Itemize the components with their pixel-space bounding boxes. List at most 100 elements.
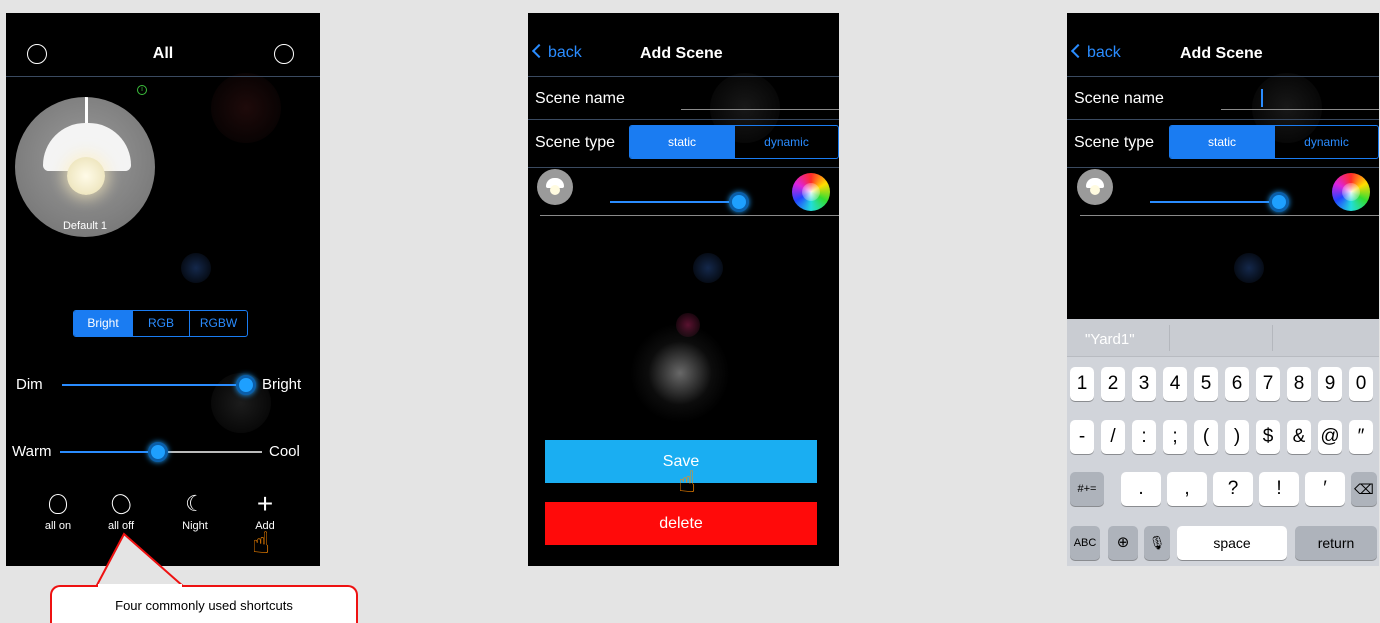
- color-wheel-icon[interactable]: [792, 173, 830, 211]
- key-5[interactable]: 5: [1194, 367, 1218, 401]
- globe-icon[interactable]: ⊕: [1108, 526, 1138, 560]
- back-label: back: [548, 44, 582, 61]
- microphone-icon[interactable]: 🎙: [1144, 526, 1170, 560]
- lamp-thumbnail-icon[interactable]: [537, 169, 573, 205]
- page-title: All: [152, 45, 174, 62]
- key-comma[interactable]: ,: [1167, 472, 1207, 506]
- page-title: Add Scene: [1180, 45, 1263, 62]
- shortcut-add[interactable]: + Add: [237, 490, 293, 533]
- divider: [1067, 167, 1379, 168]
- key-open-paren[interactable]: (: [1194, 420, 1218, 454]
- shortcut-all-on[interactable]: all on: [30, 491, 86, 532]
- divider: [1080, 215, 1379, 216]
- type-dynamic[interactable]: dynamic: [1274, 126, 1378, 158]
- divider: [528, 167, 839, 168]
- key-4[interactable]: 4: [1163, 367, 1187, 401]
- scene-name-input[interactable]: [681, 109, 839, 110]
- shortcut-label: all on: [44, 520, 72, 532]
- key-quote[interactable]: ″: [1349, 420, 1373, 454]
- info-icon[interactable]: i: [137, 85, 147, 95]
- slider-track-fill[interactable]: [60, 451, 158, 453]
- type-static[interactable]: static: [1170, 126, 1274, 158]
- nav-header: All: [6, 13, 320, 77]
- lamp-thumbnail-icon[interactable]: [1077, 169, 1113, 205]
- moon-icon: ☾: [185, 491, 205, 516]
- key-exclamation[interactable]: !: [1259, 472, 1299, 506]
- backspace-icon[interactable]: ⌫: [1351, 472, 1377, 506]
- mode-rgbw[interactable]: RGBW: [189, 311, 247, 336]
- key-colon[interactable]: :: [1132, 420, 1156, 454]
- back-label: back: [1087, 44, 1121, 61]
- back-button[interactable]: back: [1070, 43, 1121, 62]
- key-question[interactable]: ?: [1213, 472, 1253, 506]
- key-close-paren[interactable]: ): [1225, 420, 1249, 454]
- key-more-symbols[interactable]: #+=: [1070, 472, 1104, 506]
- color-wheel-icon[interactable]: [1332, 173, 1370, 211]
- divider: [1067, 119, 1379, 120]
- color-temp-slider[interactable]: Warm Cool: [6, 437, 320, 467]
- key-semicolon[interactable]: ;: [1163, 420, 1187, 454]
- slider-track[interactable]: [62, 384, 252, 386]
- brightness-track[interactable]: [1150, 201, 1280, 203]
- callout-box: Four commonly used shortcuts: [50, 585, 358, 623]
- scene-type-label: Scene type: [535, 134, 616, 151]
- mode-bright[interactable]: Bright: [74, 311, 132, 336]
- key-7[interactable]: 7: [1256, 367, 1280, 401]
- phone-add-scene: back Add Scene Scene name Scene type sta…: [528, 13, 839, 566]
- shortcut-label: all off: [107, 520, 135, 532]
- key-3[interactable]: 3: [1132, 367, 1156, 401]
- key-dollar[interactable]: $: [1256, 420, 1280, 454]
- suggestion-item[interactable]: "Yard1": [1085, 331, 1135, 348]
- shortcut-all-off[interactable]: all off: [93, 491, 149, 532]
- brightness-track[interactable]: [610, 201, 740, 203]
- callout-join: [98, 584, 182, 588]
- key-8[interactable]: 8: [1287, 367, 1311, 401]
- key-slash[interactable]: /: [1101, 420, 1125, 454]
- nav-header: back Add Scene: [1067, 13, 1379, 77]
- brightness-slider[interactable]: Dim Bright: [6, 370, 320, 400]
- slider-track-rest[interactable]: [158, 451, 262, 453]
- background-glow: [693, 253, 723, 283]
- key-apostrophe[interactable]: ′: [1305, 472, 1345, 506]
- brightness-thumb[interactable]: [1269, 192, 1289, 212]
- menu-icon[interactable]: [274, 44, 294, 64]
- key-hyphen[interactable]: -: [1070, 420, 1094, 454]
- type-dynamic[interactable]: dynamic: [734, 126, 838, 158]
- key-2[interactable]: 2: [1101, 367, 1125, 401]
- brightness-thumb[interactable]: [729, 192, 749, 212]
- divider: [1169, 325, 1170, 351]
- key-period[interactable]: .: [1121, 472, 1161, 506]
- divider: [540, 215, 839, 216]
- chevron-left-icon: [531, 43, 547, 59]
- chevron-left-icon: [1070, 43, 1086, 59]
- bulb-icon: [30, 491, 86, 517]
- background-glow: [630, 323, 730, 423]
- key-space[interactable]: space: [1177, 526, 1287, 560]
- slider-thumb[interactable]: [148, 442, 168, 462]
- key-return[interactable]: return: [1295, 526, 1377, 560]
- scene-type-segmented-control[interactable]: static dynamic: [629, 125, 839, 159]
- shortcut-label: Night: [182, 520, 208, 532]
- key-9[interactable]: 9: [1318, 367, 1342, 401]
- shortcut-night[interactable]: ☾ Night: [167, 491, 223, 532]
- divider: [1272, 325, 1273, 351]
- key-6[interactable]: 6: [1225, 367, 1249, 401]
- slider-min-label: Warm: [12, 443, 52, 460]
- back-button[interactable]: back: [531, 43, 582, 62]
- delete-button[interactable]: delete: [545, 502, 817, 545]
- slider-thumb[interactable]: [236, 375, 256, 395]
- key-ampersand[interactable]: &: [1287, 420, 1311, 454]
- key-at[interactable]: @: [1318, 420, 1342, 454]
- lamp-label: Default 1: [62, 220, 108, 232]
- key-1[interactable]: 1: [1070, 367, 1094, 401]
- scene-type-segmented-control[interactable]: static dynamic: [1169, 125, 1379, 159]
- scene-name-input[interactable]: [1221, 109, 1379, 110]
- mode-rgb[interactable]: RGB: [132, 311, 189, 336]
- keyboard: "Yard1" 1 2 3 4 5 6 7 8 9 0 - / : ; ( ) …: [1067, 319, 1379, 566]
- type-static[interactable]: static: [630, 126, 734, 158]
- mode-segmented-control[interactable]: Bright RGB RGBW: [73, 310, 248, 337]
- lamp-image[interactable]: [15, 97, 155, 237]
- phone-add-scene-keyboard: back Add Scene Scene name Scene type sta…: [1067, 13, 1379, 566]
- key-abc[interactable]: ABC: [1070, 526, 1100, 560]
- key-0[interactable]: 0: [1349, 367, 1373, 401]
